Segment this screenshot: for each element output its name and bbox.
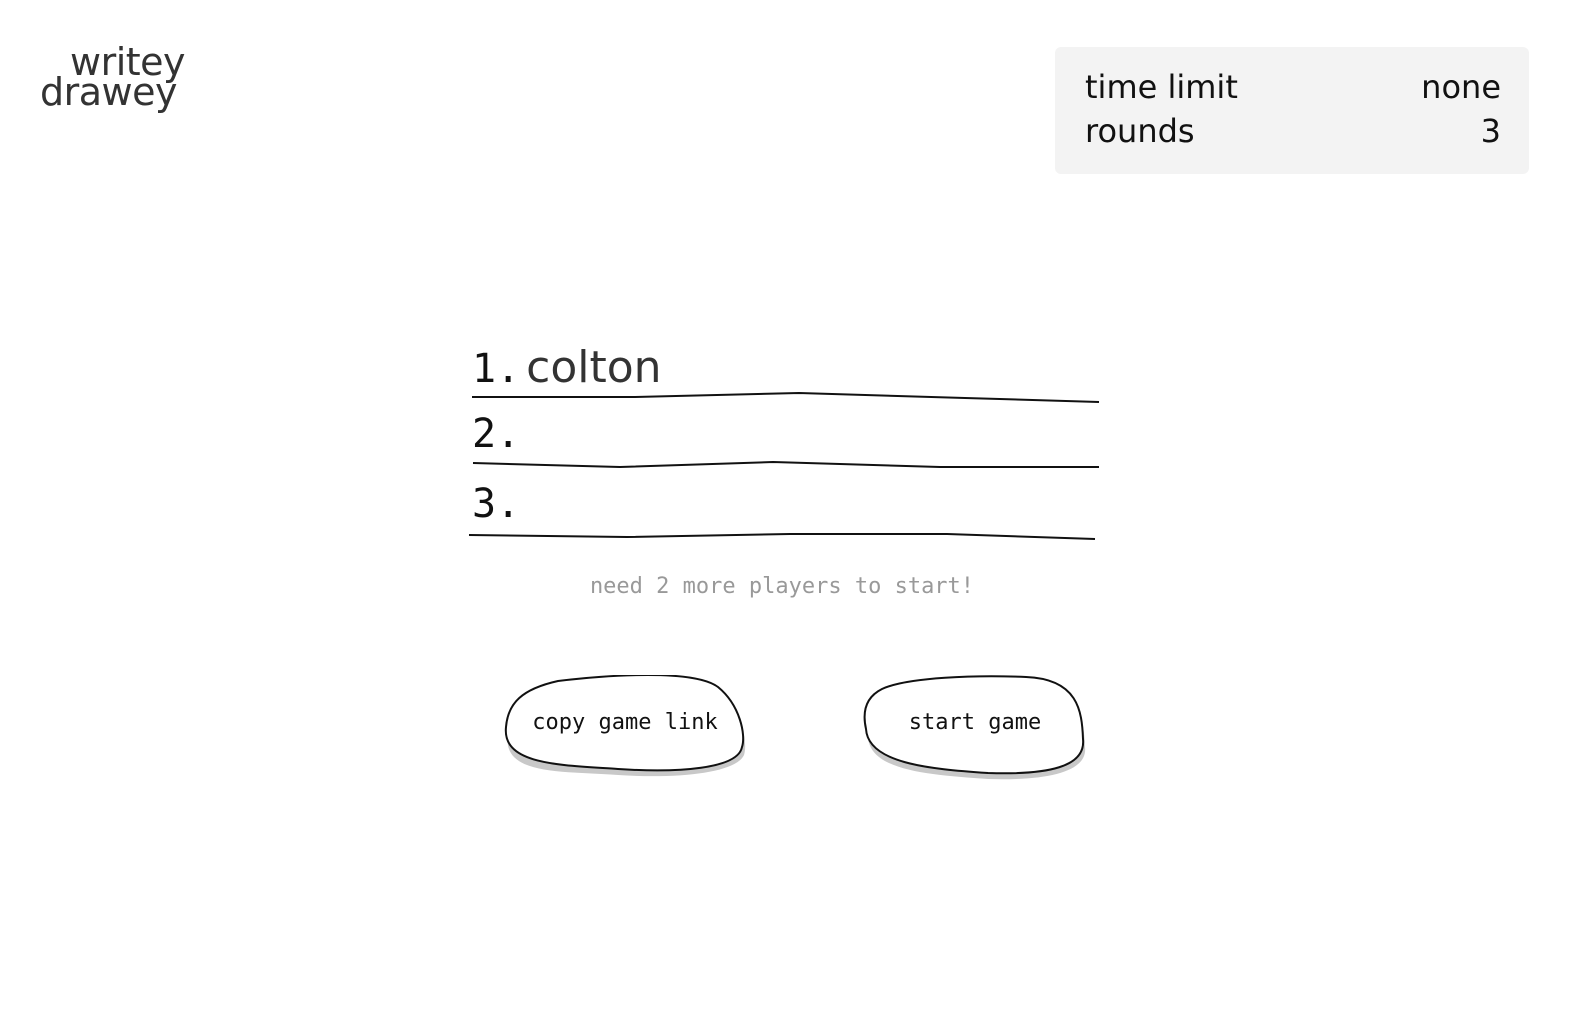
player-slot-2: 2. <box>472 411 526 471</box>
copy-game-link-button[interactable]: copy game link <box>500 675 750 785</box>
start-game-button[interactable]: start game <box>860 675 1090 785</box>
start-game-button-label: start game <box>908 710 1042 735</box>
copy-link-button-label: copy game link <box>532 710 718 735</box>
player-list: 1. colton 2. 3. <box>465 335 1105 550</box>
setting-value: none <box>1421 68 1501 106</box>
game-settings-panel: time limit none rounds 3 <box>1055 47 1529 174</box>
logo: writey drawey <box>40 42 215 122</box>
setting-value: 3 <box>1480 112 1501 150</box>
setting-label: rounds <box>1085 112 1195 150</box>
player-slot-3: 3. <box>472 481 526 541</box>
player-number: 3. <box>472 481 521 527</box>
setting-row-rounds[interactable]: rounds 3 <box>1085 109 1501 153</box>
player-number: 1. <box>472 346 521 392</box>
player-slot-1: 1. colton <box>472 342 662 402</box>
player-name: colton <box>526 342 662 393</box>
status-message: need 2 more players to start! <box>589 574 975 599</box>
setting-label: time limit <box>1085 68 1238 106</box>
setting-row-time-limit[interactable]: time limit none <box>1085 65 1501 109</box>
player-number: 2. <box>472 411 521 457</box>
logo-text-drawey: drawey <box>40 70 177 114</box>
